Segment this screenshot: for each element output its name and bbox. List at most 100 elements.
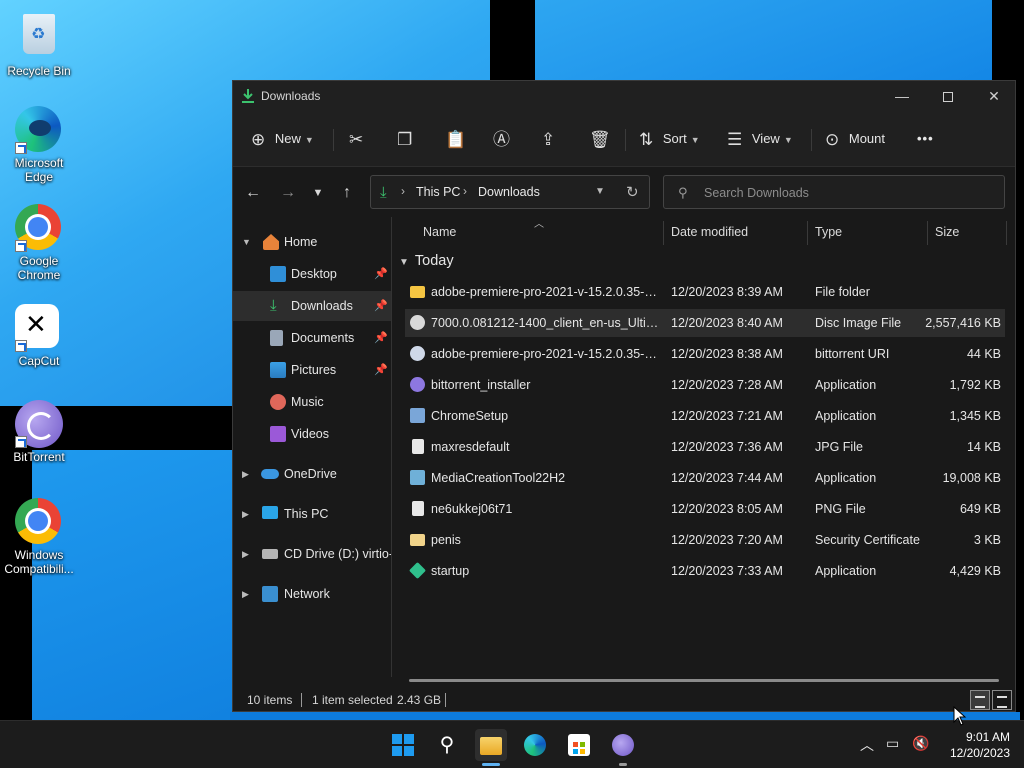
system-clock[interactable]: 9:01 AM 12/20/2023 [940, 729, 1010, 761]
toolbar-divider [625, 129, 626, 151]
start-button[interactable] [387, 729, 419, 761]
desktop-icon-edge[interactable]: Microsoft Edge [2, 106, 76, 184]
trash-icon: 🗑 [589, 129, 611, 149]
close-button[interactable]: ✕ [971, 81, 1017, 111]
file-date: 12/20/2023 8:39 AM [671, 285, 783, 299]
nav-item-label: OneDrive [284, 467, 337, 481]
nav-item-onedrive[interactable]: ▶ OneDrive [233, 459, 391, 489]
taskbar-edge[interactable] [519, 729, 551, 761]
nav-item-label: Videos [291, 427, 329, 441]
file-row[interactable]: adobe-premiere-pro-2021-v-15.2.0.35-wi..… [405, 340, 1005, 368]
nav-item-this-pc[interactable]: ▶ This PC [233, 499, 391, 529]
view-button[interactable]: ☰ View ▼ [727, 125, 793, 153]
windows-logo-icon [392, 734, 414, 756]
file-date: 12/20/2023 8:40 AM [671, 316, 783, 330]
nav-item-network[interactable]: ▶ Network [233, 579, 391, 609]
desktop-icon-windows-compatibility[interactable]: Windows Compatibili... [2, 498, 76, 576]
sort-button[interactable]: ⇅ Sort ▼ [639, 125, 700, 153]
file-type: Disc Image File [815, 316, 902, 330]
cut-button[interactable]: ✂ [349, 125, 363, 153]
refresh-icon[interactable]: ↻ [626, 183, 639, 201]
file-row[interactable]: MediaCreationTool22H2 12/20/2023 7:44 AM… [405, 464, 1005, 492]
nav-item-videos[interactable]: Videos [233, 419, 391, 449]
breadcrumb-this-pc[interactable]: This PC [416, 185, 460, 199]
selection-size: 2.43 GB [397, 693, 442, 707]
taskbar-file-explorer[interactable] [475, 729, 507, 761]
file-row[interactable]: ne6ukkej06t71 12/20/2023 8:05 AM PNG Fil… [405, 495, 1005, 523]
share-button[interactable]: ⇪ [541, 125, 555, 153]
new-button[interactable]: ⊕ New ▼ [251, 125, 314, 153]
column-header-date[interactable]: Date modified [671, 225, 748, 239]
file-row[interactable]: bittorrent_installer 12/20/2023 7:28 AM … [405, 371, 1005, 399]
image-file-icon [412, 501, 424, 516]
column-divider[interactable] [1006, 221, 1007, 245]
search-input[interactable]: ⚲ Search Downloads [663, 175, 1005, 209]
search-icon: ⚲ [678, 185, 688, 200]
window-title: Downloads [261, 89, 321, 103]
title-bar[interactable]: Downloads — ✕ [233, 81, 1015, 111]
file-row[interactable]: 7000.0.081212-1400_client_en-us_Ultimat.… [405, 309, 1005, 337]
file-row[interactable]: ChromeSetup 12/20/2023 7:21 AM Applicati… [405, 402, 1005, 430]
column-header-type[interactable]: Type [815, 225, 842, 239]
image-file-icon [412, 439, 424, 454]
column-header-name[interactable]: Name [423, 225, 456, 239]
desktop-icon-capcut[interactable]: CapCut [2, 302, 76, 368]
delete-button[interactable]: 🗑 [589, 125, 611, 153]
nav-item-downloads[interactable]: ⤓ Downloads 📌 [233, 291, 391, 321]
address-bar[interactable]: ⤓ › This PC › Downloads ▼ ↻ [370, 175, 650, 209]
desktop-icon-label: BitTorrent [13, 450, 65, 464]
back-button[interactable]: ← [241, 181, 265, 205]
mount-button[interactable]: ⊙ Mount [825, 125, 885, 153]
nav-item-cd-drive[interactable]: ▶ CD Drive (D:) virtio-w [233, 539, 391, 569]
file-row[interactable]: penis 12/20/2023 7:20 AM Security Certif… [405, 526, 1005, 554]
nav-item-home[interactable]: ▼ Home [233, 227, 391, 257]
horizontal-scrollbar[interactable] [409, 679, 999, 682]
download-icon [242, 89, 254, 103]
minimize-button[interactable]: — [879, 81, 925, 111]
column-divider[interactable] [807, 221, 808, 245]
column-header-size[interactable]: Size [935, 225, 959, 239]
pin-icon: 📌 [374, 300, 388, 312]
maximize-button[interactable] [925, 81, 971, 111]
column-divider[interactable] [663, 221, 664, 245]
nav-item-pictures[interactable]: Pictures 📌 [233, 355, 391, 385]
file-size: 14 KB [966, 440, 1001, 454]
large-icons-view-button[interactable] [992, 690, 1012, 710]
rename-button[interactable]: Ⓐ [493, 125, 510, 153]
file-date: 12/20/2023 8:05 AM [671, 502, 783, 516]
file-row[interactable]: maxresdefault 12/20/2023 7:36 AM JPG Fil… [405, 433, 1005, 461]
paste-button[interactable]: 📋 [445, 125, 466, 153]
nav-item-desktop[interactable]: Desktop 📌 [233, 259, 391, 289]
taskbar-search-button[interactable]: ⚲ [431, 729, 463, 761]
file-date: 12/20/2023 7:36 AM [671, 440, 783, 454]
breadcrumb-downloads[interactable]: Downloads [478, 185, 540, 199]
show-hidden-icons-chevron-icon[interactable]: ︿ [860, 735, 874, 755]
address-dropdown-chevron-icon[interactable]: ▼ [595, 186, 605, 197]
more-options-button[interactable]: ••• [917, 125, 934, 153]
desktop-icon-bittorrent[interactable]: BitTorrent [2, 400, 76, 464]
details-view-button[interactable] [970, 690, 990, 710]
chevron-down-icon: ▼ [783, 135, 793, 145]
nav-item-documents[interactable]: Documents 📌 [233, 323, 391, 353]
up-button[interactable]: ↑ [335, 181, 359, 205]
nav-item-music[interactable]: Music [233, 387, 391, 417]
network-status-icon[interactable]: ▭ [886, 735, 899, 752]
taskbar-bittorrent[interactable] [607, 729, 639, 761]
file-explorer-window: Downloads — ✕ ⊕ New ▼ ✂ ❐ 📋 Ⓐ ⇪ 🗑 ⇅ Sort ▼… [232, 80, 1016, 712]
volume-muted-icon[interactable]: 🔇 [912, 735, 929, 752]
column-divider[interactable] [927, 221, 928, 245]
file-row[interactable]: startup 12/20/2023 7:33 AM Application 4… [405, 557, 1005, 585]
shortcut-arrow-icon [15, 436, 27, 448]
pane-divider[interactable] [391, 217, 392, 677]
recent-locations-button[interactable]: ▼ [306, 181, 330, 205]
desktop-icon-chrome[interactable]: Google Chrome [2, 204, 76, 282]
file-row[interactable]: adobe-premiere-pro-2021-v-15.2.0.35-win … [405, 278, 1005, 306]
nav-item-label: Music [291, 395, 324, 409]
desktop-icon-label: Google Chrome [17, 254, 61, 282]
group-header-today[interactable]: ▼ Today [399, 253, 454, 269]
copy-button[interactable]: ❐ [397, 125, 412, 153]
file-size: 4,429 KB [949, 564, 1001, 578]
forward-button[interactable]: → [276, 181, 300, 205]
taskbar-store[interactable] [563, 729, 595, 761]
desktop-icon-recycle-bin[interactable]: Recycle Bin [2, 8, 76, 78]
